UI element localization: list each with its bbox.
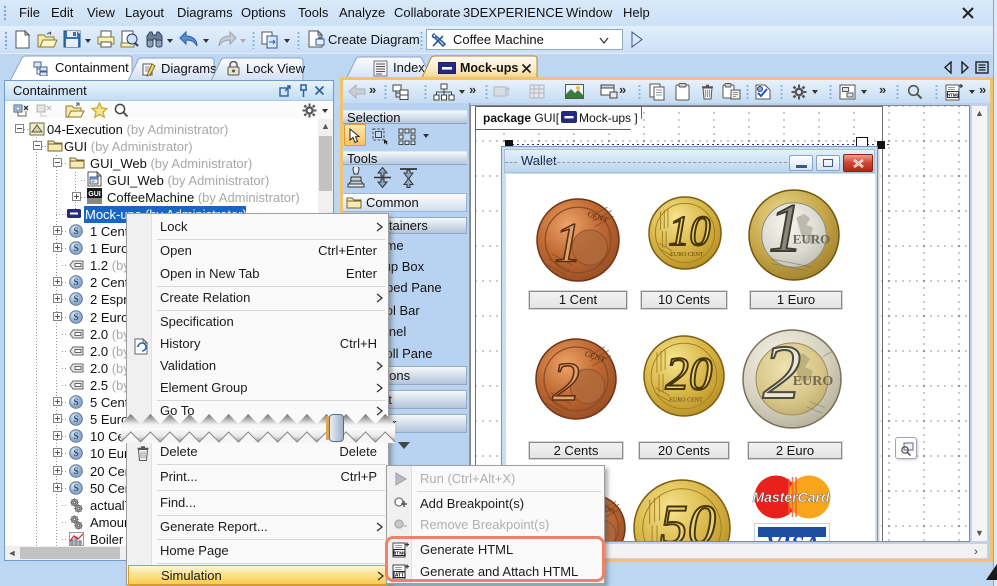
svg-text:2: 2 bbox=[763, 329, 802, 415]
svg-text:EURO CENT: EURO CENT bbox=[670, 252, 704, 258]
svg-text:1: 1 bbox=[768, 190, 803, 266]
svg-text:S: S bbox=[73, 294, 78, 304]
svg-text:HTML: HTML bbox=[947, 93, 960, 98]
svg-text:50: 50 bbox=[660, 495, 716, 542]
svg-text:EURO CENT: EURO CENT bbox=[669, 397, 703, 403]
svg-text:S: S bbox=[73, 414, 78, 424]
svg-text:S: S bbox=[73, 243, 78, 253]
svg-text:S: S bbox=[73, 431, 78, 441]
svg-text:S: S bbox=[73, 397, 78, 407]
svg-text:S: S bbox=[73, 226, 78, 236]
svg-text:S: S bbox=[73, 483, 78, 493]
svg-text:2: 2 bbox=[552, 351, 580, 412]
svg-text:GUI: GUI bbox=[88, 191, 101, 198]
svg-text:S: S bbox=[73, 312, 78, 322]
svg-text:EURO: EURO bbox=[793, 231, 831, 246]
svg-text:10: 10 bbox=[668, 209, 710, 255]
svg-text:S: S bbox=[73, 448, 78, 458]
svg-text:EURO: EURO bbox=[793, 374, 834, 389]
svg-text:1: 1 bbox=[554, 212, 582, 274]
svg-text:20: 20 bbox=[665, 348, 712, 400]
svg-text:S: S bbox=[73, 277, 78, 287]
svg-text:MasterCard: MasterCard bbox=[752, 489, 829, 505]
svg-text:S: S bbox=[73, 466, 78, 476]
